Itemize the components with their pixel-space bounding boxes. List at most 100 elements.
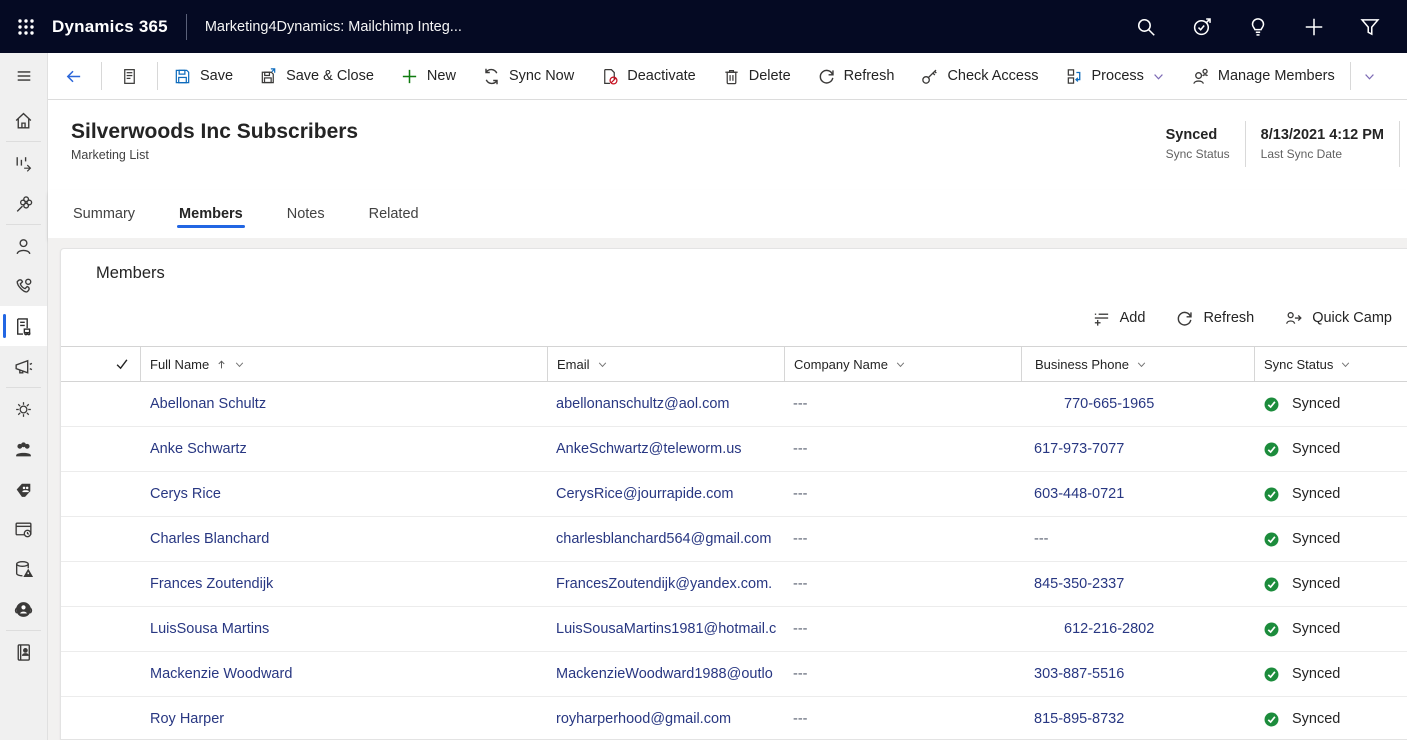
- business-phone-link[interactable]: 617-973-7077: [1034, 441, 1124, 457]
- sidebar-item-sync-history[interactable]: [0, 509, 47, 549]
- sync-status-text: Synced: [1292, 621, 1341, 637]
- sidebar-item-marketing-lists[interactable]: [0, 306, 47, 346]
- sidebar-item-pinned[interactable]: [0, 183, 47, 223]
- chevron-down-icon: [1364, 73, 1374, 80]
- save-and-close-label: Save & Close: [286, 68, 374, 84]
- sync-status-badge: Synced: [1263, 711, 1407, 728]
- business-phone-link[interactable]: 845-350-2337: [1034, 576, 1124, 592]
- sidebar-item-campaigns[interactable]: [0, 346, 47, 386]
- table-row[interactable]: Roy Harper royharperhood@gmail.com --- 8…: [61, 697, 1407, 739]
- column-header-business-phone[interactable]: Business Phone: [1021, 347, 1254, 381]
- table-row[interactable]: Cerys Rice CerysRice@jourrapide.com --- …: [61, 472, 1407, 517]
- table-row[interactable]: Frances Zoutendijk FrancesZoutendijk@yan…: [61, 562, 1407, 607]
- brand-title[interactable]: Dynamics 365: [52, 17, 168, 37]
- sidebar-item-mailchimp-members[interactable]: [0, 429, 47, 469]
- member-name-link[interactable]: Frances Zoutendijk: [150, 576, 273, 592]
- company-name-cell: ---: [793, 486, 808, 502]
- member-name-link[interactable]: Roy Harper: [150, 711, 224, 727]
- header-field-last-sync-date[interactable]: 8/13/2021 4:12 PM Last Sync Date: [1246, 127, 1399, 161]
- refresh-button[interactable]: Refresh: [804, 59, 908, 93]
- synced-check-icon: [1264, 667, 1279, 681]
- company-name-cell: ---: [793, 531, 808, 547]
- manage-members-label: Manage Members: [1217, 68, 1335, 84]
- select-all-checkbox[interactable]: [104, 347, 141, 381]
- subgrid-toolbar: Add Refresh Quick Camp: [1077, 301, 1407, 335]
- table-row[interactable]: Anke Schwartz AnkeSchwartz@teleworm.us -…: [61, 427, 1407, 472]
- quick-campaign-label: Quick Camp: [1312, 310, 1392, 326]
- sidebar-item-recent[interactable]: [0, 143, 47, 183]
- table-row[interactable]: Abellonan Schultz abellonanschultz@aol.c…: [61, 382, 1407, 427]
- deactivate-button[interactable]: Deactivate: [587, 59, 709, 93]
- sidebar-item-contacts[interactable]: [0, 226, 47, 266]
- member-name-link[interactable]: LuisSousa Martins: [150, 621, 269, 637]
- member-email-link[interactable]: charlesblanchard564@gmail.com: [556, 531, 771, 547]
- member-email-link[interactable]: CerysRice@jourrapide.com: [556, 486, 734, 502]
- sidebar-item-audience[interactable]: [0, 589, 47, 629]
- site-map-toggle[interactable]: [0, 52, 48, 100]
- member-email-link[interactable]: MackenzieWoodward1988@outlo: [556, 666, 773, 682]
- business-phone-link[interactable]: 815-895-8732: [1034, 711, 1124, 727]
- business-phone-link[interactable]: 303-887-5516: [1034, 666, 1124, 682]
- sync-status-text: Synced: [1292, 486, 1341, 502]
- task-compass-icon[interactable]: [1191, 16, 1213, 38]
- quick-campaign-icon: [1286, 311, 1302, 324]
- filter-icon[interactable]: [1359, 16, 1381, 38]
- table-row[interactable]: LuisSousa Martins LuisSousaMartins1981@h…: [61, 607, 1407, 652]
- tab-related[interactable]: Related: [367, 194, 421, 234]
- member-email-link[interactable]: royharperhood@gmail.com: [556, 711, 731, 727]
- member-email-link[interactable]: abellonanschultz@aol.com: [556, 396, 730, 412]
- business-phone-link[interactable]: 770-665-1965: [1064, 396, 1154, 412]
- column-header-email[interactable]: Email: [547, 347, 784, 381]
- tab-members[interactable]: Members: [177, 194, 245, 234]
- subgrid-refresh-button[interactable]: Refresh: [1160, 301, 1269, 335]
- business-phone-link[interactable]: 603-448-0721: [1034, 486, 1124, 502]
- tab-summary[interactable]: Summary: [71, 194, 137, 234]
- process-button[interactable]: Process: [1052, 59, 1178, 93]
- grid-header-row: Full Name Email Company Name Business Ph…: [61, 346, 1407, 382]
- command-divider: [101, 62, 102, 90]
- sidebar-item-settings[interactable]: [0, 389, 47, 429]
- command-overflow-button[interactable]: [1353, 59, 1386, 93]
- sync-status-badge: Synced: [1263, 396, 1407, 413]
- grid-left-gutter: [61, 347, 104, 381]
- column-header-full-name[interactable]: Full Name: [141, 347, 547, 381]
- save-and-close-button[interactable]: Save & Close: [246, 59, 387, 93]
- check-access-label: Check Access: [947, 68, 1039, 84]
- quick-campaign-button[interactable]: Quick Camp: [1269, 301, 1407, 335]
- tab-notes[interactable]: Notes: [285, 194, 327, 234]
- business-phone-link[interactable]: 612-216-2802: [1064, 621, 1154, 637]
- delete-button[interactable]: Delete: [709, 59, 804, 93]
- column-header-company-name[interactable]: Company Name: [784, 347, 1021, 381]
- back-button[interactable]: [48, 59, 99, 93]
- member-name-link[interactable]: Anke Schwartz: [150, 441, 247, 457]
- member-email-link[interactable]: AnkeSchwartz@teleworm.us: [556, 441, 742, 457]
- member-name-link[interactable]: Cerys Rice: [150, 486, 221, 502]
- check-access-button[interactable]: Check Access: [907, 59, 1051, 93]
- lightbulb-icon[interactable]: [1247, 16, 1269, 38]
- sidebar-item-home[interactable]: [0, 100, 47, 140]
- sync-now-button[interactable]: Sync Now: [469, 59, 587, 93]
- header-field-sync-status[interactable]: Synced Sync Status: [1151, 127, 1245, 161]
- search-icon[interactable]: [1135, 16, 1157, 38]
- member-email-link[interactable]: FrancesZoutendijk@yandex.com.: [556, 576, 772, 592]
- member-name-link[interactable]: Abellonan Schultz: [150, 396, 266, 412]
- app-launcher-waffle-icon[interactable]: [0, 0, 52, 53]
- sidebar-item-address-book[interactable]: [0, 632, 47, 672]
- save-button[interactable]: Save: [160, 59, 246, 93]
- sidebar-item-sync-errors[interactable]: [0, 549, 47, 589]
- sidebar-item-tags[interactable]: [0, 469, 47, 509]
- member-email-link[interactable]: LuisSousaMartins1981@hotmail.c: [556, 621, 776, 637]
- table-row[interactable]: Charles Blanchard charlesblanchard564@gm…: [61, 517, 1407, 562]
- plus-icon[interactable]: [1303, 16, 1325, 38]
- member-name-link[interactable]: Charles Blanchard: [150, 531, 269, 547]
- new-button[interactable]: New: [387, 59, 469, 93]
- sidebar-item-phone-calls[interactable]: [0, 266, 47, 306]
- sync-status-text: Synced: [1292, 531, 1341, 547]
- app-name[interactable]: Marketing4Dynamics: Mailchimp Integ...: [205, 19, 462, 35]
- member-name-link[interactable]: Mackenzie Woodward: [150, 666, 292, 682]
- add-member-button[interactable]: Add: [1077, 301, 1161, 335]
- column-header-sync-status[interactable]: Sync Status: [1254, 347, 1407, 381]
- table-row[interactable]: Mackenzie Woodward MackenzieWoodward1988…: [61, 652, 1407, 697]
- manage-members-button[interactable]: Manage Members: [1178, 59, 1348, 93]
- form-selector-button[interactable]: [104, 59, 155, 93]
